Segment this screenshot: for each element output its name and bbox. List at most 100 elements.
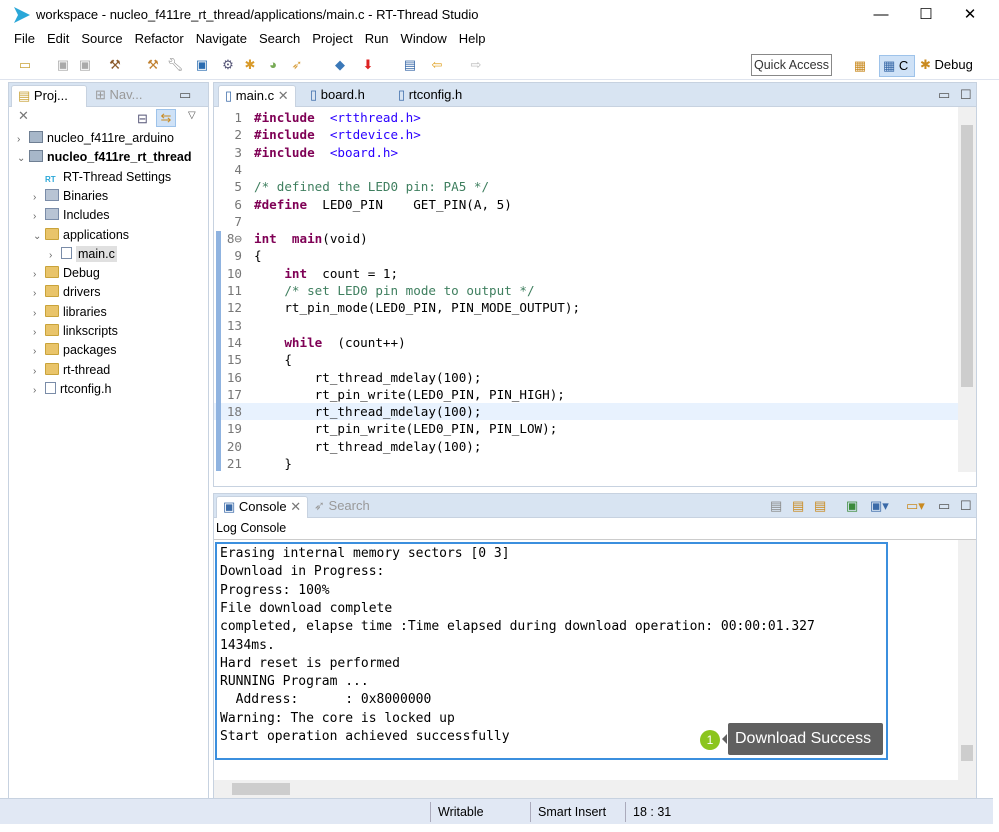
new-icon[interactable]: ▭ bbox=[16, 56, 34, 74]
scrollbar-thumb[interactable] bbox=[232, 783, 290, 795]
chevron-right-icon[interactable]: › bbox=[33, 304, 45, 323]
tree-item[interactable]: RT RT-Thread Settings bbox=[33, 168, 171, 187]
run-icon[interactable]: ➶ bbox=[288, 56, 306, 74]
tab-project-explorer[interactable]: ▤ Proj... ✕ bbox=[11, 85, 87, 123]
console-horizontal-scrollbar[interactable] bbox=[214, 780, 976, 798]
tab-board-h[interactable]: ▯ board.h bbox=[304, 85, 371, 107]
build-icon[interactable]: ⚒ bbox=[106, 56, 124, 74]
maximize-button[interactable]: ☐ bbox=[911, 4, 941, 26]
menu-project[interactable]: Project bbox=[312, 30, 358, 50]
code-line: 18 rt_thread_mdelay(100); bbox=[214, 403, 958, 421]
collapse-all-icon[interactable]: ⊟ bbox=[137, 111, 148, 127]
wrench-icon[interactable]: 🔧︎ bbox=[166, 56, 184, 74]
window-icon[interactable]: ▤ bbox=[401, 56, 419, 74]
back-arrow-icon[interactable]: ⇦ bbox=[428, 56, 446, 74]
menu-search[interactable]: Search bbox=[259, 30, 306, 50]
tab-console[interactable]: ▣ Console ✕ bbox=[216, 496, 309, 518]
scrollbar-thumb[interactable] bbox=[961, 745, 973, 761]
perspective-c-button[interactable]: ▦ C bbox=[879, 55, 915, 77]
clear-console-icon[interactable]: ▤ bbox=[764, 496, 788, 518]
maximize-console-button[interactable]: ☐ bbox=[954, 496, 978, 518]
minimize-editor-button[interactable]: ▭ bbox=[932, 85, 956, 107]
chevron-right-icon[interactable]: › bbox=[33, 207, 45, 226]
editor-vertical-scrollbar[interactable] bbox=[958, 107, 976, 472]
maximize-editor-button[interactable]: ☐ bbox=[954, 85, 978, 107]
terminal-icon[interactable]: ▣ bbox=[193, 56, 211, 74]
menu-window[interactable]: Window bbox=[401, 30, 453, 50]
tab-rtconfig-h[interactable]: ▯ rtconfig.h bbox=[392, 85, 468, 107]
tab-navigator[interactable]: ⊞ Nav... bbox=[89, 85, 149, 107]
chevron-right-icon[interactable]: › bbox=[33, 362, 45, 381]
tree-item[interactable]: ⌄ nucleo_f411re_rt_thread bbox=[17, 148, 192, 167]
close-tab-icon[interactable]: ✕ bbox=[290, 499, 301, 514]
debug-icon[interactable]: ✱ bbox=[241, 56, 259, 74]
download-icon[interactable]: ⬇ bbox=[359, 56, 377, 74]
code-token: <rtdevice.h> bbox=[329, 127, 421, 143]
rebuild-icon[interactable]: ⚒ bbox=[144, 56, 162, 74]
tree-item[interactable]: › Includes bbox=[33, 206, 110, 225]
close-button[interactable]: ✕ bbox=[955, 4, 985, 26]
code-line: 14 while (count++) bbox=[214, 334, 958, 351]
tree-item[interactable]: › nucleo_f411re_arduino bbox=[17, 129, 174, 148]
tree-item[interactable]: ⌄ applications bbox=[33, 226, 129, 245]
menu-navigate[interactable]: Navigate bbox=[196, 30, 253, 50]
chevron-right-icon[interactable]: › bbox=[33, 265, 45, 284]
chevron-right-icon[interactable]: › bbox=[33, 188, 45, 207]
tree-item[interactable]: › rtconfig.h bbox=[33, 380, 111, 399]
open-project-icon[interactable]: ◕ bbox=[264, 56, 282, 74]
tree-item[interactable]: › Debug bbox=[33, 264, 100, 283]
settings-icon[interactable]: ⚙ bbox=[219, 56, 237, 74]
menu-help[interactable]: Help bbox=[459, 30, 492, 50]
display-console-icon[interactable]: ▣▾ bbox=[864, 496, 895, 518]
tree-item[interactable]: › packages bbox=[33, 341, 117, 360]
project-icon bbox=[29, 150, 43, 163]
tree-item[interactable]: › rt-thread bbox=[33, 361, 110, 380]
link-with-editor-icon[interactable]: ⇆ bbox=[156, 109, 176, 127]
close-tab-icon[interactable]: ✕ bbox=[278, 88, 289, 103]
scroll-lock-icon[interactable]: ▤ bbox=[786, 496, 810, 518]
chevron-down-icon[interactable]: ⌄ bbox=[17, 149, 29, 168]
chevron-right-icon[interactable]: › bbox=[33, 284, 45, 303]
code-editor[interactable]: 1 #include <rtthread.h> 2 #include <rtdevic… bbox=[214, 107, 958, 472]
status-cursor-position: 18 : 31 bbox=[625, 802, 685, 822]
tree-item[interactable]: › libraries bbox=[33, 303, 107, 322]
chevron-right-icon[interactable]: › bbox=[17, 130, 29, 149]
chevron-right-icon[interactable]: › bbox=[33, 342, 45, 361]
new-console-icon[interactable]: ▭▾ bbox=[900, 496, 931, 518]
scrollbar-thumb[interactable] bbox=[961, 125, 973, 387]
pin-console-icon[interactable]: ▤ bbox=[808, 496, 832, 518]
menu-edit[interactable]: Edit bbox=[47, 30, 75, 50]
open-perspective-icon[interactable]: ▦ bbox=[851, 57, 869, 75]
menu-source[interactable]: Source bbox=[81, 30, 128, 50]
view-menu-icon[interactable]: ▽ bbox=[188, 110, 196, 121]
menu-refactor[interactable]: Refactor bbox=[135, 30, 190, 50]
chevron-right-icon[interactable]: › bbox=[33, 381, 45, 400]
tree-item-label: Debug bbox=[63, 266, 100, 281]
chevron-right-icon[interactable]: › bbox=[49, 246, 61, 265]
menu-run[interactable]: Run bbox=[365, 30, 395, 50]
tree-item[interactable]: › linkscripts bbox=[33, 322, 118, 341]
tree-item[interactable]: › main.c bbox=[49, 245, 117, 264]
open-console-icon[interactable]: ▣ bbox=[840, 496, 864, 518]
minimize-button[interactable]: — bbox=[866, 4, 896, 26]
tab-main-c[interactable]: ▯ main.c ✕ bbox=[218, 85, 296, 107]
tab-search[interactable]: ➶ Search bbox=[308, 496, 376, 518]
forward-arrow-icon[interactable]: ⇨ bbox=[467, 56, 485, 74]
status-insert-mode: Smart Insert bbox=[530, 802, 625, 822]
folder-icon bbox=[45, 304, 59, 317]
save-icon[interactable]: ▣ bbox=[54, 56, 72, 74]
chevron-down-icon[interactable]: ⌄ bbox=[33, 227, 45, 246]
minimize-console-button[interactable]: ▭ bbox=[932, 496, 956, 518]
menu-file[interactable]: File bbox=[14, 30, 41, 50]
c-perspective-icon: ▦ bbox=[883, 58, 896, 73]
quick-access-input[interactable]: Quick Access bbox=[751, 54, 832, 76]
console-vertical-scrollbar[interactable] bbox=[958, 540, 976, 780]
tree-item[interactable]: › drivers bbox=[33, 283, 101, 302]
save-all-icon[interactable]: ▣ bbox=[76, 56, 94, 74]
chevron-right-icon[interactable]: › bbox=[33, 323, 45, 342]
perspective-debug-button[interactable]: ✱ Debug bbox=[920, 55, 973, 77]
tree-item[interactable]: › Binaries bbox=[33, 187, 108, 206]
close-tab-icon[interactable]: ✕ bbox=[18, 108, 29, 123]
book-icon[interactable]: ◆ bbox=[331, 56, 349, 74]
minimize-view-button[interactable]: ▭ bbox=[173, 85, 197, 107]
